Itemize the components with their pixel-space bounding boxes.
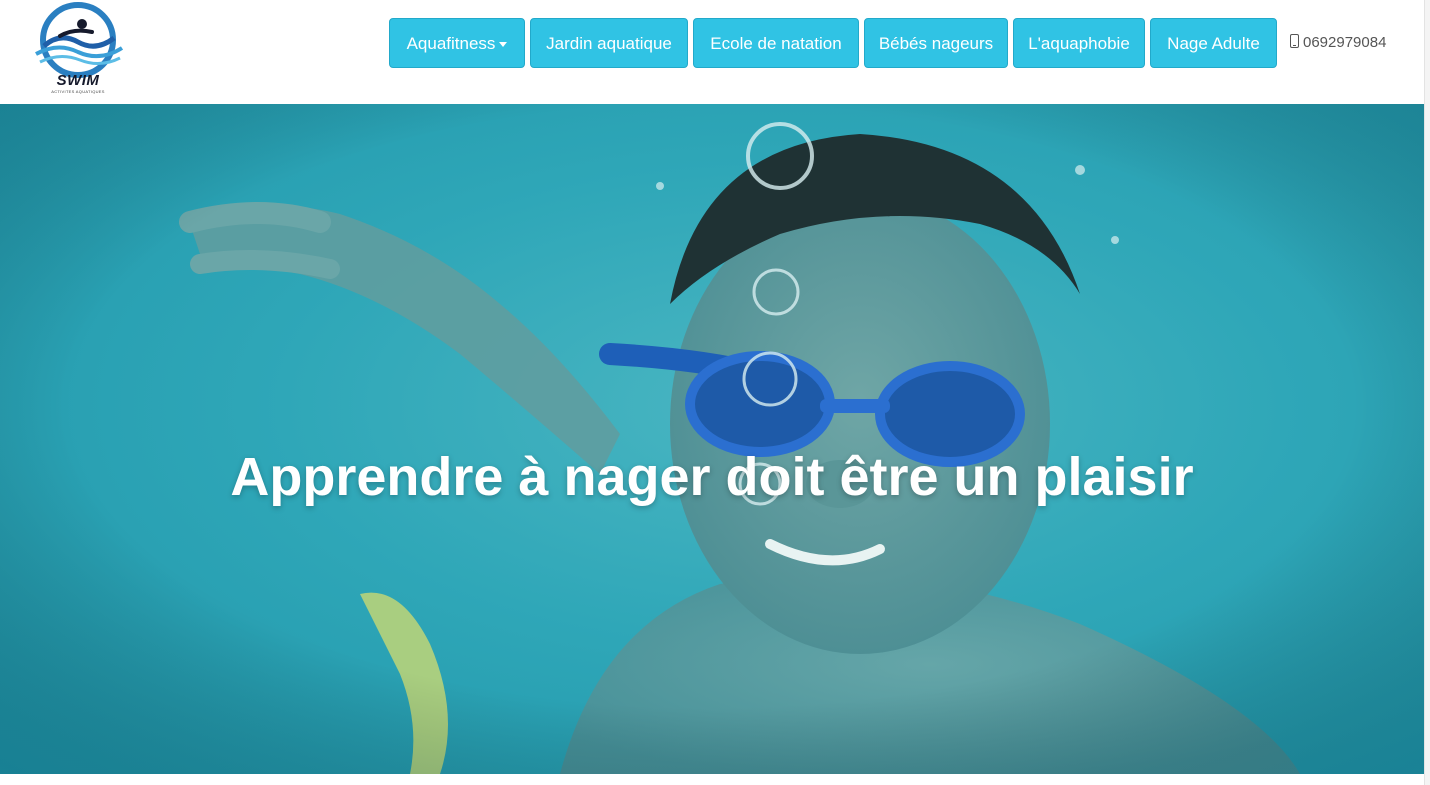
nav-item-label: L'aquaphobie	[1028, 34, 1130, 53]
site-header: SWIM ACTIVITES AQUATIQUES Aquafitness Ja…	[0, 0, 1424, 104]
caret-down-icon	[499, 42, 508, 48]
site-logo[interactable]: SWIM ACTIVITES AQUATIQUES	[30, 2, 126, 98]
phone-number: 0692979084	[1303, 34, 1387, 51]
nav-aquafitness-dropdown[interactable]: Aquafitness	[389, 18, 525, 68]
hero-banner: Apprendre à nager doit être un plaisir	[0, 104, 1424, 774]
nav-item-label: Nage Adulte	[1167, 34, 1260, 53]
nav-ecole-de-natation[interactable]: Ecole de natation	[693, 18, 859, 68]
nav-jardin-aquatique[interactable]: Jardin aquatique	[530, 18, 688, 68]
logo-tagline: ACTIVITES AQUATIQUES	[51, 89, 105, 94]
phone-link[interactable]: 0692979084	[1290, 32, 1386, 54]
nav-nage-adulte[interactable]: Nage Adulte	[1150, 18, 1277, 68]
nav-item-label: Bébés nageurs	[878, 34, 994, 53]
nav-bebes-nageurs[interactable]: Bébés nageurs	[864, 18, 1008, 68]
mobile-phone-icon	[1290, 34, 1299, 48]
page-scrollbar[interactable]	[1424, 0, 1430, 785]
hero-title: Apprendre à nager doit être un plaisir	[230, 447, 1194, 508]
nav-aquaphobie[interactable]: L'aquaphobie	[1013, 18, 1145, 68]
hero-underwater-image	[0, 104, 1424, 774]
nav-item-label: Ecole de natation	[710, 34, 842, 53]
page-bottom-edge	[0, 774, 1424, 785]
nav-item-label: Aquafitness	[406, 34, 496, 53]
logo-wordmark: SWIM	[56, 72, 100, 89]
nav-item-label: Jardin aquatique	[546, 34, 672, 53]
